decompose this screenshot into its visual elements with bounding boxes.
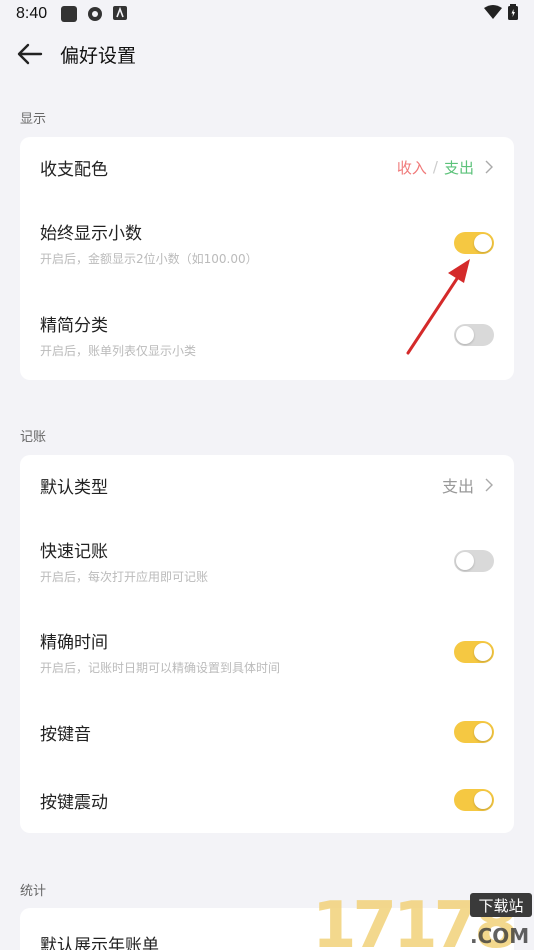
toggle-precise-time[interactable] (454, 641, 494, 663)
row-title: 精简分类 (40, 316, 108, 336)
row-title: 按键音 (40, 724, 91, 745)
separator: / (432, 158, 438, 176)
row-title: 快速记账 (40, 542, 108, 562)
app-notification-icon (61, 6, 78, 22)
sync-notification-icon (87, 6, 103, 22)
row-title: 按键震动 (40, 792, 108, 813)
status-time: 8:40 (16, 5, 48, 22)
row-title: 始终显示小数 (40, 224, 142, 244)
row-title: 收支配色 (40, 159, 108, 180)
app-bar: 偏好设置 (0, 28, 534, 80)
toggle-key-vibration[interactable] (454, 789, 494, 811)
toggle-knob (474, 643, 492, 661)
back-button[interactable] (0, 28, 60, 80)
income-label: 收入 (396, 158, 427, 177)
row-key-sound: 按键音 (20, 705, 514, 759)
row-subtitle: 开启后，记账时日期可以精确设置到具体时间 (40, 661, 281, 675)
row-subtitle: 开启后，金额显示2位小数（如100.00） (40, 252, 258, 266)
toggle-always-decimal[interactable] (454, 232, 494, 254)
status-bar: 8:40 (0, 0, 534, 28)
chevron-right-icon (485, 478, 493, 492)
toggle-quick-record[interactable] (454, 550, 494, 572)
row-color-scheme[interactable]: 收支配色 收入 / 支出 (20, 137, 514, 197)
section-label-display: 显示 (20, 112, 47, 127)
expense-label: 支出 (443, 158, 474, 177)
site-watermark-logo: 17178 下载站 .COM (310, 885, 534, 950)
annotation-arrow-icon (406, 259, 470, 355)
status-right (484, 4, 518, 24)
chevron-right-icon (485, 160, 493, 174)
card-bookkeeping: 默认类型 支出 快速记账 开启后，每次打开应用即可记账 精确时间 开启后，记账时… (20, 455, 514, 833)
toggle-knob (474, 723, 492, 741)
toggle-knob (474, 234, 492, 252)
toggle-key-sound[interactable] (454, 721, 494, 743)
a-notification-icon (113, 6, 129, 22)
row-key-vibration: 按键震动 (20, 773, 514, 827)
section-label-statistics: 统计 (20, 884, 47, 899)
row-precise-time: 精确时间 开启后，记账时日期可以精确设置到具体时间 (20, 620, 514, 684)
row-subtitle: 开启后，账单列表仅显示小类 (40, 344, 197, 358)
battery-icon (508, 4, 518, 24)
toggle-knob (456, 552, 474, 570)
row-title: 默认类型 (40, 477, 108, 498)
color-scheme-value: 收入 / 支出 (397, 157, 494, 178)
arrow-left-icon (17, 43, 43, 65)
svg-text:下载站: 下载站 (478, 897, 523, 915)
row-subtitle: 开启后，每次打开应用即可记账 (40, 570, 209, 584)
wifi-icon (484, 5, 502, 23)
row-quick-record: 快速记账 开启后，每次打开应用即可记账 (20, 529, 514, 593)
section-label-bookkeeping: 记账 (20, 430, 47, 445)
default-type-value: 支出 (442, 473, 494, 497)
toggle-knob (474, 791, 492, 809)
svg-text:.COM: .COM (470, 924, 529, 948)
row-title: 精确时间 (40, 633, 108, 653)
default-type-label: 支出 (441, 477, 474, 496)
row-default-type[interactable]: 默认类型 支出 (20, 455, 514, 515)
page-title: 偏好设置 (60, 44, 137, 67)
